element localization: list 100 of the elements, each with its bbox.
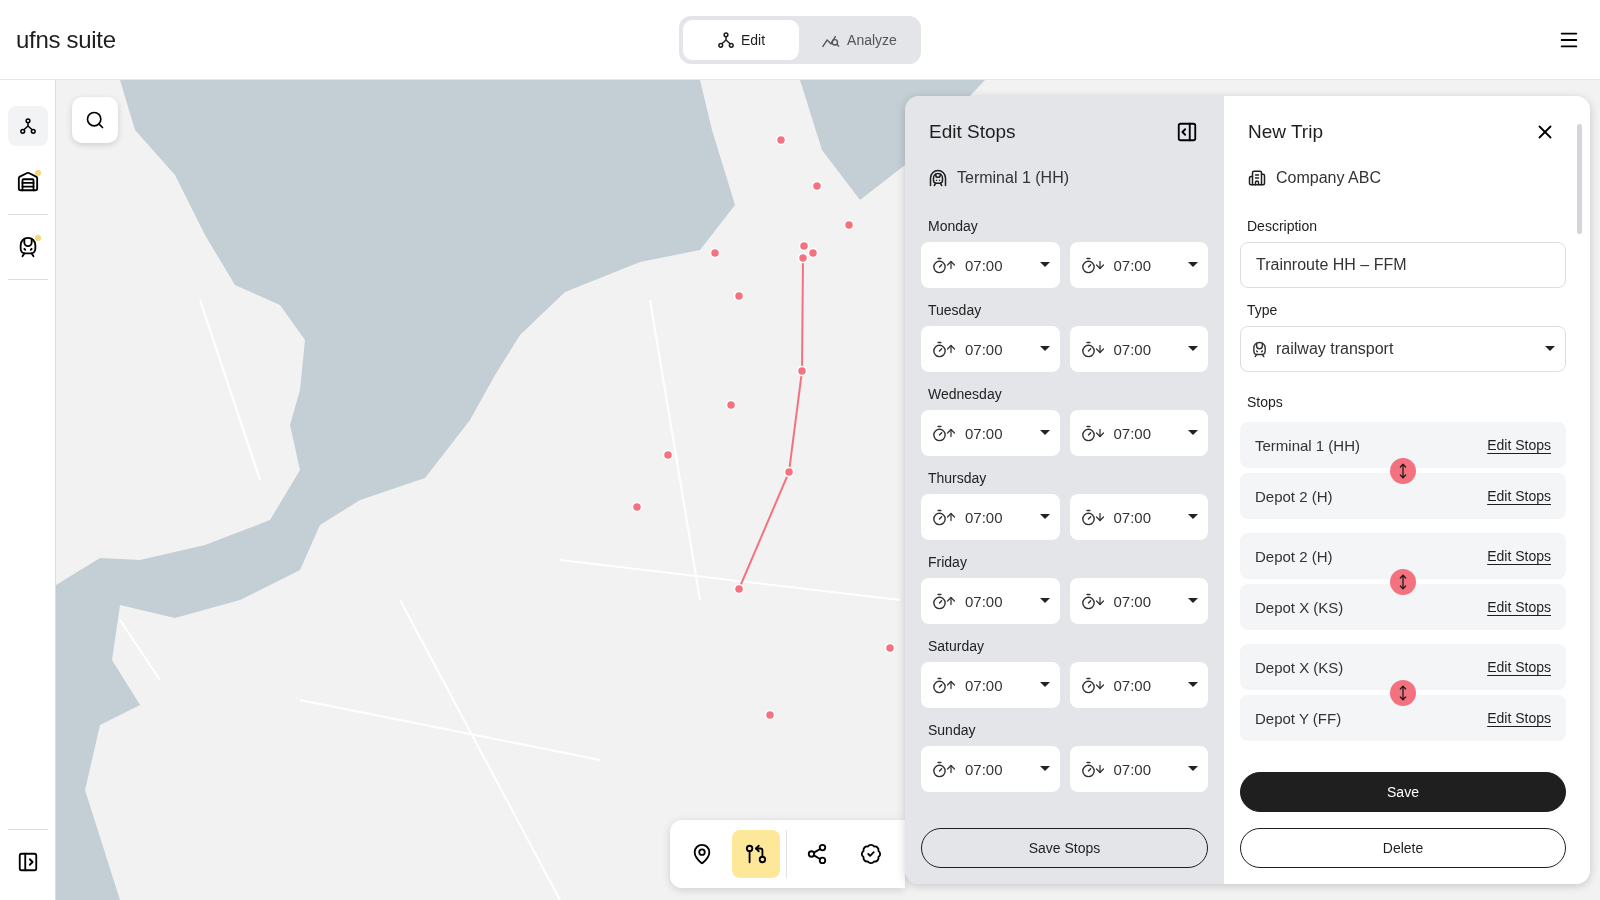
departure-time-field[interactable]: 07:00 — [921, 494, 1060, 540]
share-nodes-icon — [806, 843, 828, 865]
mode-tab[interactable]: Analyze — [801, 19, 917, 60]
field-label: Description — [1246, 218, 1319, 234]
arrival-time-field[interactable]: 07:00 — [1069, 494, 1208, 540]
day-label: Friday — [927, 554, 968, 570]
map-marker[interactable] — [783, 466, 795, 478]
arrival-time-field[interactable]: 07:00 — [1069, 242, 1208, 288]
stop-name: Depot 2 (H) — [1255, 487, 1333, 505]
caret-icon — [1188, 514, 1198, 520]
graph-nodes-icon — [18, 117, 37, 135]
day-label: Sunday — [927, 722, 977, 738]
edit-stops-link[interactable]: Edit Stops — [1487, 437, 1551, 453]
edit-stops-link[interactable]: Edit Stops — [1487, 599, 1551, 615]
timer-up-icon — [931, 676, 957, 694]
search-icon — [85, 110, 105, 130]
train-icon — [1251, 340, 1268, 358]
map-marker[interactable] — [797, 252, 809, 264]
map-marker[interactable] — [807, 247, 819, 259]
timer-down-icon — [1079, 424, 1106, 442]
stop-name: Depot Y (FF) — [1255, 709, 1342, 727]
caret-icon — [1039, 598, 1050, 604]
timer-down-icon — [1079, 760, 1106, 778]
arrival-time-field[interactable]: 07:00 — [1069, 410, 1208, 456]
map-marker[interactable] — [725, 399, 737, 411]
timer-down-icon — [1079, 592, 1106, 610]
search-button[interactable] — [72, 97, 118, 143]
stop-name: Depot X (KS) — [1255, 658, 1344, 676]
map-marker[interactable] — [764, 709, 776, 721]
route-edit-icon — [745, 843, 767, 865]
map-marker[interactable] — [843, 219, 855, 231]
timer-up-icon — [931, 340, 957, 358]
edit-stops-link[interactable]: Edit Stops — [1487, 659, 1551, 675]
timer-down-icon — [1079, 508, 1106, 526]
map-marker[interactable] — [775, 134, 787, 146]
edit-stops-link[interactable]: Edit Stops — [1487, 548, 1551, 564]
timer-up-icon — [931, 424, 957, 442]
map-marker[interactable] — [709, 247, 721, 259]
arrival-time-field[interactable]: 07:00 — [1069, 578, 1208, 624]
sidebar-item[interactable] — [7, 106, 48, 146]
timer-up-icon — [931, 508, 957, 526]
edit-stops-link[interactable]: Edit Stops — [1487, 710, 1551, 726]
badge-check-icon — [860, 843, 882, 865]
panel-toggle-icon — [1176, 121, 1198, 143]
timer-up-icon — [931, 256, 957, 274]
stop-name: Terminal 1 (HH) — [1255, 436, 1360, 454]
stop-name: Depot 2 (H) — [1255, 547, 1333, 565]
map-marker[interactable] — [733, 290, 745, 302]
building-icon — [1248, 169, 1266, 187]
departure-time-field[interactable]: 07:00 — [921, 662, 1060, 708]
stop-name: Depot X (KS) — [1255, 598, 1344, 616]
caret-icon — [1545, 346, 1555, 352]
type-select[interactable]: railway transport — [1240, 326, 1566, 372]
toolbar-button[interactable] — [732, 830, 780, 878]
departure-time-field[interactable]: 07:00 — [921, 746, 1060, 792]
save-button[interactable]: Save — [1240, 772, 1566, 812]
arrival-time-field[interactable]: 07:00 — [1069, 662, 1208, 708]
timer-down-icon — [1079, 340, 1106, 358]
map-marker[interactable] — [884, 642, 896, 654]
panel-title: Edit Stops — [929, 121, 1016, 143]
caret-icon — [1188, 598, 1198, 604]
arrival-time-field[interactable]: 07:00 — [1069, 326, 1208, 372]
station-icon — [929, 169, 947, 187]
caret-icon — [1039, 682, 1050, 688]
departure-time-field[interactable]: 07:00 — [921, 410, 1060, 456]
arrival-time-field[interactable]: 07:00 — [1069, 746, 1208, 792]
departure-time-field[interactable]: 07:00 — [921, 242, 1060, 288]
timer-down-icon — [1079, 256, 1106, 274]
map-marker[interactable] — [631, 501, 643, 513]
caret-icon — [1188, 430, 1198, 436]
map-marker[interactable] — [796, 365, 808, 377]
timer-up-icon — [931, 592, 957, 610]
company-name: Company ABC — [1276, 169, 1381, 187]
day-label: Wednesday — [927, 386, 1003, 402]
caret-icon — [1039, 766, 1050, 772]
edit-stops-link[interactable]: Edit Stops — [1487, 488, 1551, 504]
graph-nodes-icon — [716, 30, 735, 49]
map-marker[interactable] — [798, 240, 810, 252]
map-marker[interactable] — [811, 180, 823, 192]
departure-time-field[interactable]: 07:00 — [921, 326, 1060, 372]
timer-down-icon — [1079, 676, 1106, 694]
caret-icon — [1039, 514, 1050, 520]
field-label: Stops — [1246, 394, 1284, 410]
scrollbar-thumb[interactable] — [1577, 124, 1582, 234]
caret-icon — [1039, 430, 1050, 436]
map-marker[interactable] — [662, 449, 674, 461]
map-marker[interactable] — [733, 583, 745, 595]
location-name: Terminal 1 (HH) — [957, 169, 1069, 187]
caret-icon — [1039, 262, 1050, 268]
map-pin-icon — [691, 843, 713, 865]
caret-icon — [1188, 346, 1198, 352]
panel-toggle-icon — [16, 851, 39, 873]
mode-tab[interactable]: Edit — [683, 19, 799, 60]
departure-time-field[interactable]: 07:00 — [921, 578, 1060, 624]
warehouse-icon — [16, 171, 39, 193]
description-input[interactable]: Trainroute HH – FFM — [1240, 242, 1566, 288]
caret-icon — [1188, 766, 1198, 772]
panel-title: New Trip — [1248, 121, 1323, 143]
day-label: Tuesday — [927, 302, 983, 318]
day-label: Monday — [927, 218, 979, 234]
